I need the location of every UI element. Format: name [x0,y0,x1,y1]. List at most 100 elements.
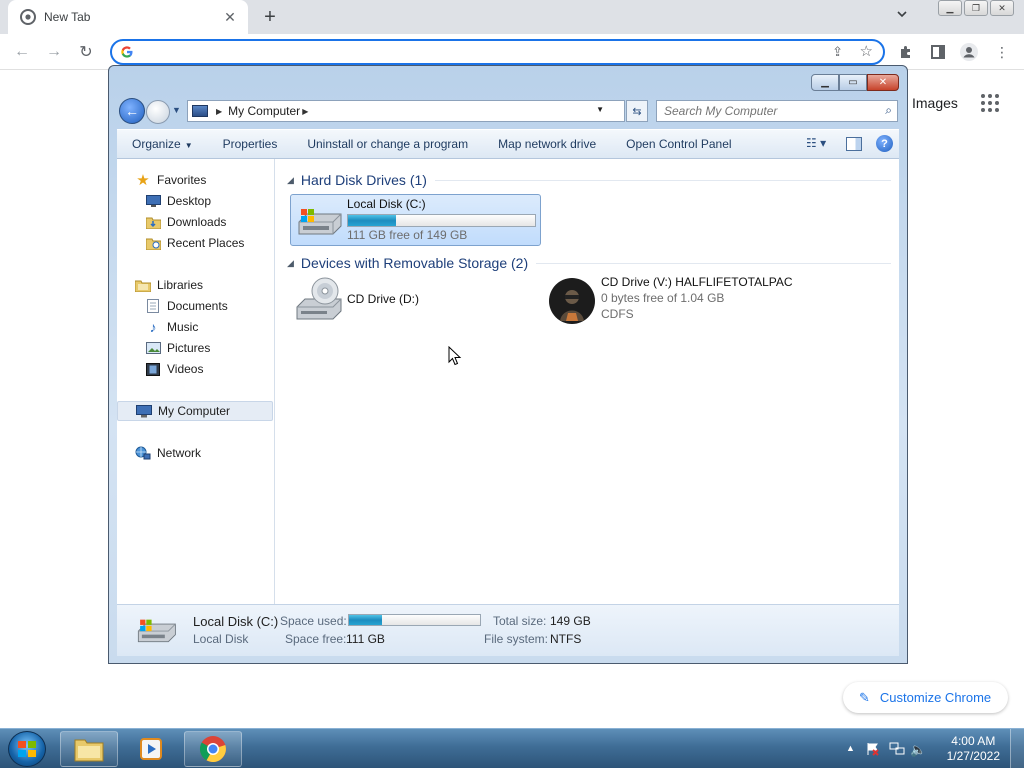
navigation-pane: ★ Favorites Desktop Downloads Recent Pla… [117,159,275,604]
close-window-button[interactable]: ✕ [990,0,1014,16]
cd-drive-icon [296,277,342,320]
search-box[interactable]: ⌕ [656,100,898,122]
reload-icon[interactable]: ↻ [76,42,96,62]
nav-item-my-computer[interactable]: My Computer [117,401,273,421]
tab-new-tab[interactable]: New Tab ✕ [8,0,248,34]
group-header-hard-disks[interactable]: ◢ Hard Disk Drives (1) [287,172,891,188]
preview-pane-icon[interactable] [846,136,862,151]
search-icon[interactable]: ⌕ [885,103,892,118]
group-title: Hard Disk Drives (1) [300,172,427,188]
show-desktop-button[interactable] [1010,729,1024,768]
search-input[interactable] [657,101,867,121]
forward-arrow-icon[interactable]: → [44,42,64,62]
explorer-minimize-button[interactable]: ▁ [811,74,839,91]
collapse-triangle-icon[interactable]: ◢ [287,258,294,269]
drive-c-free-space: 111 GB free of 149 GB [347,228,468,242]
half-life-disc-icon [549,278,595,324]
drive-v-free-space: 0 bytes free of 1.04 GB [601,291,725,305]
details-file-system-label: File system: [484,632,549,646]
extensions-puzzle-icon[interactable] [896,42,916,62]
explorer-forward-icon[interactable] [146,100,170,124]
minimize-window-button[interactable]: ▁ [938,0,962,16]
address-history-dropdown-icon[interactable]: ▼ [596,105,604,114]
nav-item-label: Videos [167,362,204,376]
google-g-icon [121,46,133,58]
taskbar-chrome-button[interactable] [184,731,242,767]
breadcrumb-my-computer[interactable]: My Computer [228,104,300,118]
tab-search-chevron-icon[interactable] [896,8,914,26]
recent-pages-chevron-icon[interactable]: ▼ [172,105,181,115]
window-controls: ▁ ❐ ✕ [938,0,1014,16]
nav-item-libraries[interactable]: Libraries [117,275,273,295]
nav-item-downloads[interactable]: Downloads [117,212,273,232]
bookmark-star-icon[interactable]: ☆ [860,42,873,60]
group-header-removable[interactable]: ◢ Devices with Removable Storage (2) [287,255,891,271]
pencil-icon: ✎ [859,689,870,705]
refresh-icon[interactable]: ⇆ [626,100,648,122]
new-tab-button[interactable]: + [258,6,282,28]
uninstall-program-button[interactable]: Uninstall or change a program [292,137,483,151]
drive-v-file-system: CDFS [601,307,634,321]
change-view-icon[interactable]: ☷ ▾ [806,136,832,152]
clock-date: 1/27/2022 [946,749,1000,763]
profile-avatar-icon[interactable] [959,42,979,62]
details-pane: Local Disk (C:) Local Disk Space used: S… [117,604,899,656]
nav-item-desktop[interactable]: Desktop [117,191,273,211]
properties-button[interactable]: Properties [208,137,293,151]
nav-item-network[interactable]: Network [117,443,273,463]
nav-item-documents[interactable]: Documents [117,296,273,316]
volume-icon[interactable]: 🔈 [910,742,926,758]
nav-item-videos[interactable]: Videos [117,359,273,379]
nav-item-recent-places[interactable]: Recent Places [117,233,273,253]
computer-icon [136,404,152,418]
breadcrumb-arrow-icon[interactable]: ▶ [216,107,222,116]
network-globe-icon [135,446,151,460]
nav-item-label: Pictures [167,341,211,355]
drive-v-tile[interactable]: CD Drive (V:) HALFLIFETOTALPAC 0 bytes f… [547,275,887,327]
action-center-flag-icon[interactable] [866,742,880,759]
back-arrow-icon[interactable]: ← [12,42,32,62]
omnibox[interactable]: ⇪ ☆ [110,39,885,65]
collapse-triangle-icon[interactable]: ◢ [287,175,294,186]
favorites-star-icon: ★ [136,172,150,189]
tab-close-icon[interactable]: ✕ [222,9,238,25]
explorer-back-icon[interactable]: ← [119,98,145,124]
share-icon[interactable]: ⇪ [832,44,843,60]
taskbar-explorer-button[interactable] [60,731,118,767]
explorer-maximize-button[interactable]: ▭ [839,74,867,91]
nav-item-label: Recent Places [167,236,245,250]
details-drive-name: Local Disk (C:) [193,614,279,629]
network-tray-icon[interactable] [889,742,905,759]
drive-c-tile[interactable]: Local Disk (C:) 111 GB free of 149 GB [290,194,541,246]
details-usage-fill [349,615,383,625]
map-network-drive-button[interactable]: Map network drive [483,137,611,151]
restore-window-button[interactable]: ❐ [964,0,988,16]
customize-chrome-label: Customize Chrome [879,690,992,705]
address-bar[interactable]: ▶ My Computer ▶ ▼ [187,100,625,122]
mouse-cursor-icon [448,346,462,366]
taskbar-media-player-button[interactable] [122,731,180,767]
help-icon[interactable]: ? [876,135,893,152]
customize-chrome-button[interactable]: ✎ Customize Chrome [843,682,1008,713]
explorer-close-button[interactable]: ✕ [867,74,899,91]
breadcrumb-arrow-icon[interactable]: ▶ [302,107,308,116]
nav-item-music[interactable]: ♪ Music [117,317,273,337]
nav-item-favorites[interactable]: ★ Favorites [117,170,273,190]
images-link[interactable]: Images [912,95,958,111]
chrome-menu-icon[interactable]: ⋮ [992,42,1012,62]
show-hidden-icons-icon[interactable]: ▲ [846,743,855,753]
dropdown-caret-icon: ▼ [184,141,193,150]
desktop-icon [145,194,161,208]
explorer-window: ▁ ▭ ✕ ← ▼ ▶ My Computer ▶ ▼ ⇆ ⌕ Organize… [108,65,908,664]
nav-item-label: Desktop [167,194,212,208]
drive-d-tile[interactable]: CD Drive (D:) [290,275,541,327]
drive-v-name: CD Drive (V:) HALFLIFETOTALPAC [601,275,793,289]
chrome-tabstrip: New Tab ✕ + ▁ ❐ ✕ [0,0,1024,34]
side-panel-icon[interactable] [928,42,948,62]
open-control-panel-button[interactable]: Open Control Panel [611,137,746,151]
google-apps-icon[interactable] [981,94,999,112]
organize-button[interactable]: Organize ▼ [117,137,208,151]
nav-item-pictures[interactable]: Pictures [117,338,273,358]
start-button[interactable] [8,731,46,767]
taskbar-clock[interactable]: 4:00 AM 1/27/2022 [947,734,1000,764]
